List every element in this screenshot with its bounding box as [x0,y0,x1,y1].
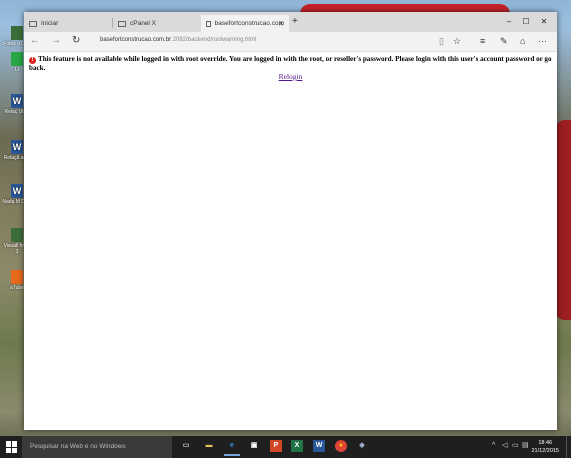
chrome-icon[interactable]: ● [335,440,347,452]
edge-browser-icon[interactable]: e [224,440,240,456]
store-icon[interactable]: ▣ [248,440,260,452]
close-window-button[interactable]: ✕ [533,15,555,29]
app-icon[interactable]: ◆ [356,440,368,452]
desktop-icon-label: aTube [10,285,24,291]
desktop-icon-label: Li [15,67,19,73]
close-tab-icon[interactable]: ✕ [278,20,284,28]
photo-icon [11,228,23,242]
share-icon[interactable]: ⌂ [520,34,525,48]
warning-text: This feature is not available while logg… [29,55,552,72]
taskbar-search-input[interactable]: Pesquisar na Web e no Windows [22,436,172,458]
tray-chevron-icon[interactable]: ^ [492,440,495,452]
taskbar-clock[interactable]: 18:46 21/12/2015 [531,439,559,455]
volume-icon[interactable]: ◁ [502,440,507,452]
clock-time: 18:46 [538,440,553,446]
taskbar: Pesquisar na Web e no Windows ▭ ▬ e ▣ P … [0,436,571,458]
error-icon: ! [29,57,36,64]
navigation-bar: ← → ↻ basefortconstrucao.com.br:2082/bac… [24,32,557,52]
windows-logo-icon [6,441,11,447]
back-arrow-icon[interactable]: ← [30,34,40,48]
file-explorer-icon[interactable]: ▬ [203,440,215,452]
app-icon [11,52,23,66]
page-icon [118,20,126,27]
favorite-star-icon[interactable]: ☆ [453,34,461,48]
address-domain: basefortconstrucao.com.br [100,37,172,43]
page-icon [206,20,211,27]
page-icon [29,20,37,27]
network-icon[interactable]: ▭ [512,440,519,452]
show-desktop-button[interactable] [566,436,571,458]
notifications-icon[interactable]: ▤ [522,440,529,452]
tab-basefortconstrucao[interactable]: basefortconstrucao.com ✕ [201,15,289,32]
web-note-icon[interactable]: ✎ [500,34,508,48]
photo-icon [11,26,23,40]
tab-iniciar[interactable]: Iniciar [24,15,112,32]
forward-arrow-icon[interactable]: → [51,34,61,48]
clock-date: 21/12/2015 [531,448,559,454]
relogin-link[interactable]: Relogin [24,72,557,81]
hub-icon[interactable]: ≡ [480,34,485,48]
browser-window: Iniciar cPanel X basefortconstrucao.com … [24,12,557,430]
tab-label: Iniciar [41,20,59,27]
word-document-icon: W [11,184,23,198]
tab-cpanel[interactable]: cPanel X [113,15,201,32]
tab-bar: Iniciar cPanel X basefortconstrucao.com … [24,12,557,32]
page-content: ! This feature is not available while log… [24,52,557,430]
refresh-icon[interactable]: ↻ [72,34,80,48]
word-document-icon: W [11,140,23,154]
tab-label: cPanel X [130,20,157,27]
word-document-icon: W [11,94,23,108]
windows-start-button[interactable] [6,441,18,453]
address-path: :2082/backend/rootwarning.html [171,37,257,43]
media-icon [11,270,23,284]
desktop-wallpaper-red-shape [555,120,571,320]
reading-view-icon[interactable]: ▯ [439,34,444,48]
warning-message: ! This feature is not available while log… [29,55,554,73]
address-bar[interactable]: basefortconstrucao.com.br:2082/backend/r… [100,37,256,43]
new-tab-button[interactable]: + [292,15,298,29]
excel-icon[interactable]: X [291,440,303,452]
tab-label: basefortconstrucao.com [214,20,284,27]
word-icon[interactable]: W [313,440,325,452]
powerpoint-icon[interactable]: P [270,440,282,452]
more-icon[interactable]: ··· [538,34,547,48]
task-view-icon[interactable]: ▭ [180,440,192,452]
